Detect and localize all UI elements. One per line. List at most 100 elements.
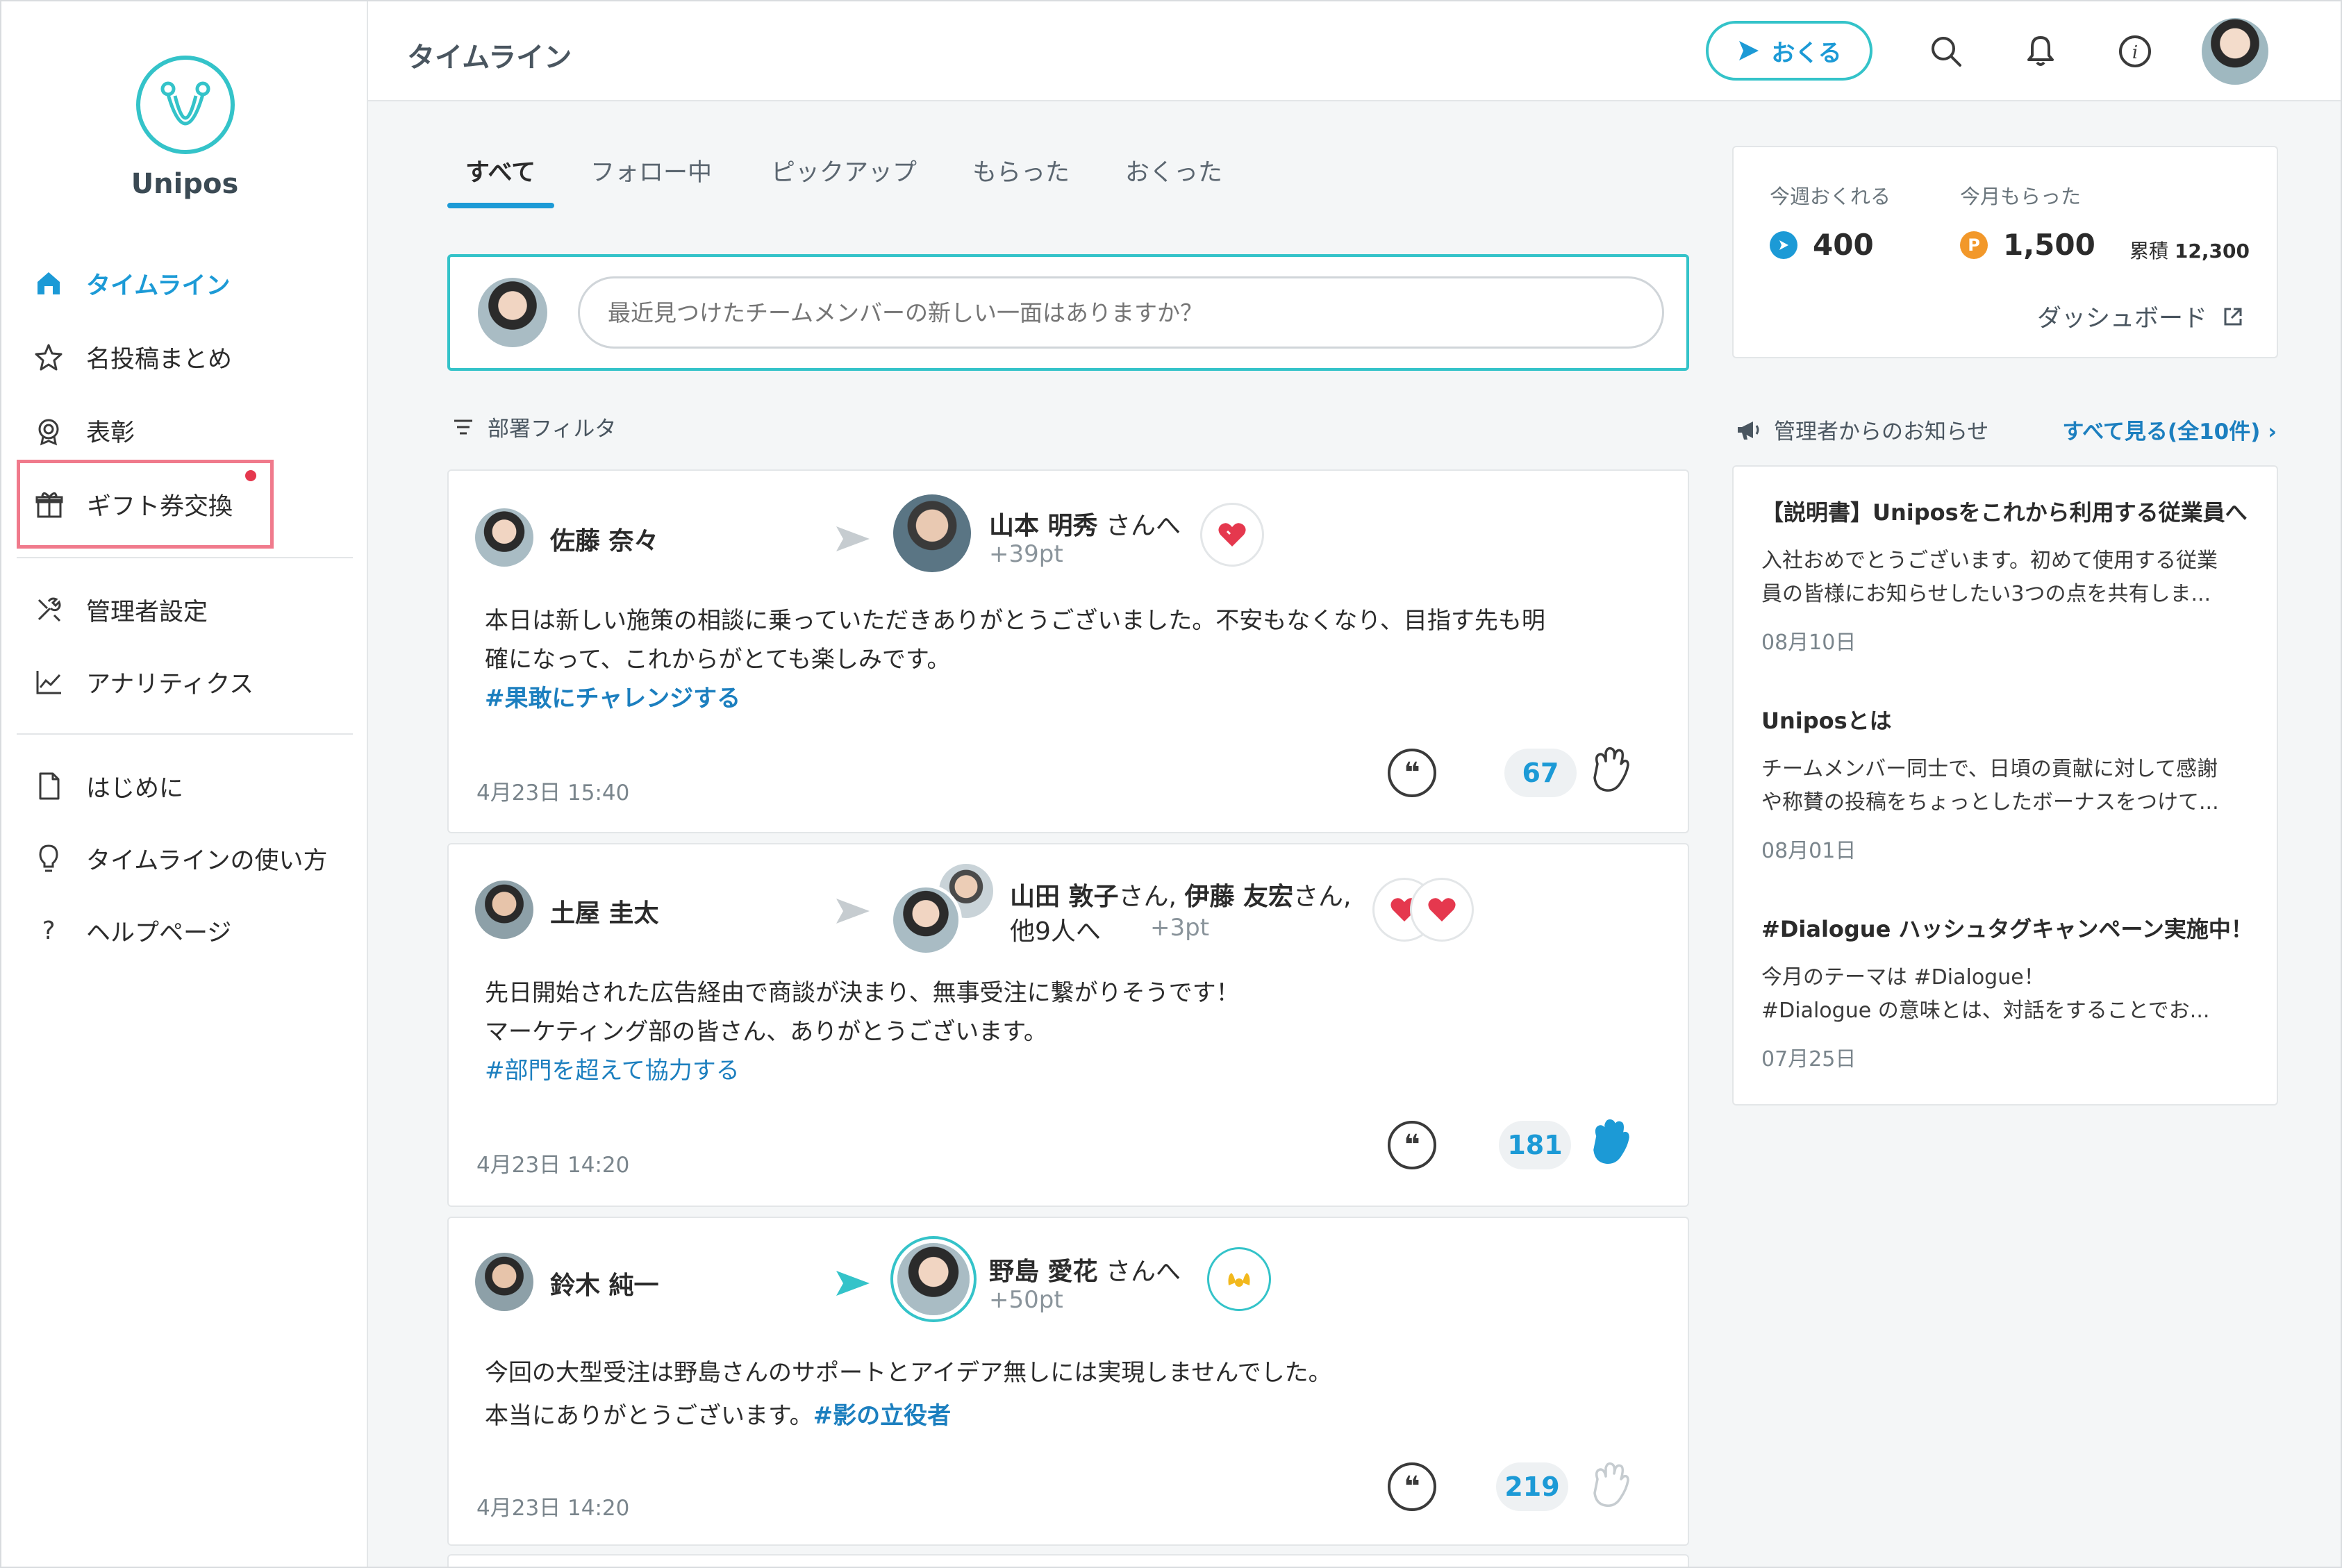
post-card: 鈴木 純一 野島 愛花 さんへ +50pt 今回の大型受注は野島さんのサポートと…	[447, 1217, 1689, 1546]
points-label: +39pt	[989, 540, 1063, 568]
notice-item[interactable]: 【説明書】Uniposをこれから利用する従業員へ 入社おめでとうございます。初め…	[1761, 497, 2254, 656]
post-date: 4月23日 14:20	[476, 1496, 630, 1521]
tab-all[interactable]: すべて	[465, 153, 535, 188]
notice-title[interactable]: #Dialogue ハッシュタグキャンペーン実施中！	[1761, 914, 2254, 944]
notice-date: 08月10日	[1761, 631, 1857, 655]
award-icon	[32, 414, 65, 447]
notice-item[interactable]: Uniposとは チームメンバー同士で、日頃の貢献に対して感謝 や称賛の投稿をちょ…	[1761, 706, 2254, 864]
tools-icon	[32, 593, 65, 626]
sender-name[interactable]: 土屋 圭太	[550, 893, 659, 929]
filter-icon	[454, 419, 472, 434]
filter-label: 部署フィルタ	[488, 417, 617, 442]
question-icon: ?	[42, 916, 56, 945]
points-label: +3pt	[1150, 914, 1210, 942]
bell-icon[interactable]	[2021, 32, 2060, 71]
recipient-name[interactable]: 山本 明秀 さんへ	[989, 506, 1181, 542]
send-arrow-icon	[836, 1271, 870, 1296]
clap-hand-icon[interactable]	[1585, 1115, 1634, 1171]
send-button[interactable]: おくる	[1706, 21, 1872, 81]
post-composer	[447, 254, 1689, 371]
tab-received[interactable]: もらった	[972, 153, 1070, 188]
app-window: Unipos タイムライン 名投稿まとめ 表彰 ギフト券交換 管理者設定 アナリ…	[0, 0, 2342, 1568]
notice-body: 今月のテーマは #Dialogue！ #Dialogue の意味とは、対話をするこ…	[1761, 965, 2210, 1023]
post-card	[447, 1554, 1689, 1567]
sidebar-item-timeline-guide[interactable]: タイムラインの使い方	[17, 833, 353, 883]
post-card: 佐藤 奈々 山本 明秀 さんへ +39pt 本日は新しい施策の相談に乗っていただ…	[447, 469, 1689, 833]
info-icon[interactable]: i	[2116, 32, 2154, 71]
tab-following[interactable]: フォロー中	[590, 153, 712, 188]
sidebar-item-help[interactable]: ? ヘルプページ	[17, 906, 353, 956]
points-label: +50pt	[989, 1286, 1063, 1314]
sidebar-item-label: 名投稿まとめ	[86, 345, 233, 374]
sidebar: Unipos タイムライン 名投稿まとめ 表彰 ギフト券交換 管理者設定 アナリ…	[1, 1, 368, 1567]
sidebar-item-analytics[interactable]: アナリティクス	[17, 657, 353, 707]
recipient-avatar[interactable]	[893, 887, 958, 953]
clap-hand-icon[interactable]	[1585, 743, 1634, 799]
notice-title[interactable]: 【説明書】Uniposをこれから利用する従業員へ	[1761, 497, 2254, 528]
sender-avatar[interactable]	[475, 881, 533, 939]
user-avatar[interactable]	[2202, 18, 2268, 85]
search-icon[interactable]	[1927, 32, 1966, 71]
comment-quote-icon[interactable]: ❝	[1388, 1462, 1436, 1511]
hashtag-link[interactable]: #果敢にチャレンジする	[485, 679, 1666, 718]
see-all-link[interactable]: すべて見る(全10件) ›	[2062, 414, 2277, 445]
comment-quote-icon[interactable]: ❝	[1388, 1121, 1436, 1169]
post-body: 先日開始された広告経由で商談が決まり、無事受注に繋がりそうです！ マーケティング…	[485, 974, 1666, 1090]
department-filter[interactable]: 部署フィルタ	[451, 411, 616, 442]
post-date: 4月23日 14:20	[476, 1153, 630, 1178]
sidebar-item-label: 管理者設定	[86, 598, 208, 626]
external-link-icon	[2224, 308, 2242, 325]
sidebar-item-label: はじめに	[86, 774, 184, 803]
sidebar-item-timeline[interactable]: タイムライン	[17, 258, 353, 308]
weekly-sendable-label: 今週おくれる	[1770, 185, 1891, 208]
active-tab-indicator	[447, 203, 554, 208]
clap-count[interactable]: 67	[1504, 749, 1577, 797]
sidebar-item-getting-started[interactable]: はじめに	[17, 761, 353, 811]
hashtag-link[interactable]: #部門を超えて協力する	[485, 1051, 1666, 1090]
sidebar-item-best-posts[interactable]: 名投稿まとめ	[17, 332, 353, 382]
sidebar-item-label: ヘルプページ	[86, 919, 232, 947]
hashtag-link[interactable]: #影の立役者	[813, 1402, 952, 1430]
recipient-names[interactable]: 山田 敦子さん, 伊藤 友宏さん,	[1010, 876, 1351, 912]
tab-sent[interactable]: おくった	[1125, 153, 1222, 188]
monthly-received-value: P 1,500	[1960, 228, 2095, 262]
cheer-stamp-icon[interactable]	[1207, 1247, 1271, 1311]
clap-count[interactable]: 181	[1499, 1121, 1571, 1169]
chart-icon	[32, 665, 65, 699]
document-icon	[32, 769, 65, 803]
sidebar-divider	[17, 557, 353, 558]
post-body: 今回の大型受注は野島さんのサポートとアイデア無しには実現しませんでした。 本当に…	[485, 1359, 1332, 1430]
tab-pickup[interactable]: ピックアップ	[771, 153, 917, 188]
recipient-avatar[interactable]	[897, 1243, 970, 1315]
recipient-avatar[interactable]	[893, 494, 971, 572]
point-coin-icon: P	[1960, 231, 1988, 259]
monthly-received-label: 今月もらった	[1960, 185, 2082, 208]
notice-body: 入社おめでとうございます。初めて使用する従業 員の皆様にお知らせしたい3つの点を共…	[1761, 549, 2218, 606]
composer-input[interactable]	[578, 276, 1664, 349]
recipient-name[interactable]: 野島 愛花 さんへ	[989, 1251, 1181, 1287]
notice-item[interactable]: #Dialogue ハッシュタグキャンペーン実施中！ 今月のテーマは #Dial…	[1761, 914, 2254, 1072]
comment-quote-icon[interactable]: ❝	[1388, 749, 1436, 797]
dashboard-link[interactable]: ダッシュボード	[2037, 299, 2245, 334]
notices-heading: 管理者からのお知らせ	[1774, 419, 1989, 444]
cumulative-points: 累積 12,300	[2129, 240, 2250, 262]
notices-panel: 【説明書】Uniposをこれから利用する従業員へ 入社おめでとうございます。初め…	[1732, 465, 2278, 1106]
sidebar-item-admin-settings[interactable]: 管理者設定	[17, 585, 353, 635]
sidebar-item-label: タイムラインの使い方	[86, 846, 328, 875]
sidebar-item-gift-exchange[interactable]: ギフト券交換	[17, 460, 274, 549]
notice-title[interactable]: Uniposとは	[1761, 706, 2254, 736]
page-title: タイムライン	[407, 42, 572, 74]
sender-avatar[interactable]	[475, 1253, 533, 1311]
sender-name[interactable]: 鈴木 純一	[550, 1265, 659, 1301]
recipient-more[interactable]: 他9人へ	[1010, 911, 1101, 947]
sidebar-item-awards[interactable]: 表彰	[17, 406, 353, 456]
sender-avatar[interactable]	[475, 508, 533, 567]
heart-stamp-icon[interactable]	[1200, 503, 1264, 567]
notification-dot	[245, 470, 256, 481]
heart-stamp-icon[interactable]	[1410, 878, 1474, 942]
clap-count[interactable]: 219	[1496, 1462, 1568, 1511]
sidebar-item-label: 表彰	[86, 419, 135, 447]
sender-name[interactable]: 佐藤 奈々	[550, 521, 659, 557]
unipos-logo-icon[interactable]	[136, 56, 235, 154]
clap-hand-icon[interactable]	[1585, 1458, 1634, 1514]
